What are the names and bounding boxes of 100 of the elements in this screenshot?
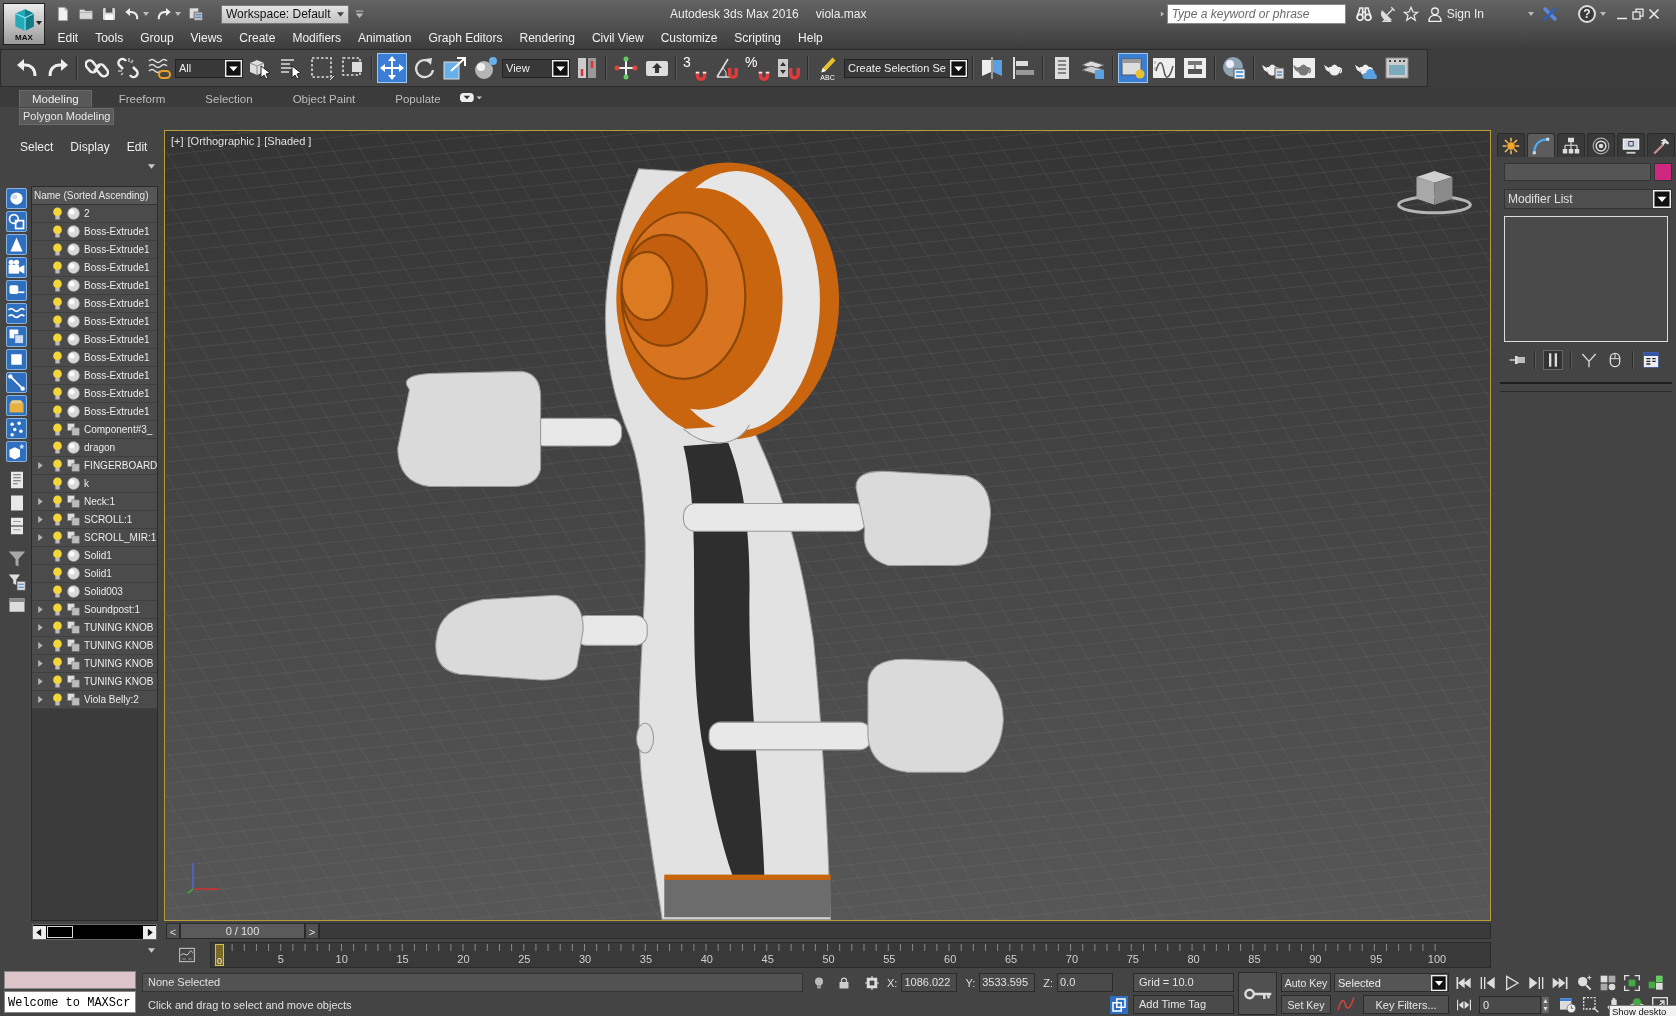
caret-icon[interactable]	[143, 11, 149, 17]
modifier-list-dropdown[interactable]: Modifier List	[1504, 189, 1672, 209]
panel-tab[interactable]	[1527, 133, 1555, 157]
tree-row[interactable]: SCROLL_MIR:1	[32, 529, 157, 547]
coordinate-field[interactable]: 1086.022	[901, 973, 958, 992]
particles-filter-icon[interactable]	[6, 418, 27, 439]
menu-item[interactable]: Help	[789, 29, 832, 47]
new-document-icon[interactable]	[55, 6, 71, 22]
tree-row[interactable]: Boss-Extrude1	[32, 295, 157, 313]
menu-item[interactable]: Graph Editors	[419, 29, 511, 47]
add-time-tag-button[interactable]: Add Time Tag	[1133, 995, 1234, 1014]
expand-triangle-icon[interactable]	[37, 676, 44, 686]
explorer-menu-item[interactable]: Display	[70, 139, 110, 154]
restore-icon[interactable]	[1632, 8, 1644, 20]
skip-end-icon[interactable]	[1552, 974, 1568, 991]
four-way-arrows-icon[interactable]	[377, 53, 407, 83]
align-bars-icon[interactable]	[1011, 56, 1036, 80]
light-bulb-icon[interactable]	[51, 296, 64, 311]
grid-window-icon[interactable]	[1642, 351, 1660, 369]
step-forward-icon[interactable]	[1528, 974, 1544, 991]
zoom-all-icon[interactable]	[1600, 974, 1616, 991]
menu-item[interactable]: Customize	[652, 29, 726, 47]
light-bulb-icon[interactable]	[51, 440, 64, 455]
panel-window-icon[interactable]	[7, 595, 26, 615]
previous-frame-button[interactable]: <	[166, 923, 180, 939]
schematic-icon[interactable]	[1183, 56, 1208, 80]
search-field[interactable]: Type a keyword or phrase	[1166, 4, 1346, 24]
binoculars-icon[interactable]	[1355, 6, 1372, 22]
key-filters-button[interactable]: Key Filters...	[1363, 995, 1449, 1014]
light-bulb-icon[interactable]	[51, 602, 64, 617]
ribbon-panel-tab[interactable]: Polygon Modeling	[19, 108, 115, 125]
coordinate-field[interactable]: 3533.595	[979, 973, 1036, 992]
light-bulb-icon[interactable]	[51, 476, 64, 491]
frame-field[interactable]: 0	[1479, 995, 1541, 1014]
tree-row[interactable]: Boss-Extrude1	[32, 403, 157, 421]
tape-filter-icon[interactable]	[6, 280, 27, 301]
tree-row[interactable]: k	[32, 475, 157, 493]
stacked-squares-icon[interactable]	[1110, 995, 1128, 1014]
explorer-menu-item[interactable]: Select	[20, 139, 54, 154]
tree-row[interactable]: TUNING KNOB	[32, 619, 157, 637]
sphere-arrow-icon[interactable]	[473, 56, 498, 80]
light-bulb-icon[interactable]	[51, 494, 64, 509]
wave-chain-icon[interactable]	[146, 56, 171, 80]
tree-row[interactable]: Boss-Extrude1	[32, 331, 157, 349]
viewport[interactable]: [+] [Orthographic ] [Shaded ]	[164, 130, 1491, 921]
caret-icon[interactable]	[148, 163, 155, 170]
scroll-right-icon[interactable]	[143, 925, 156, 939]
light-bulb-icon[interactable]	[51, 206, 64, 221]
light-bulb-icon[interactable]	[51, 332, 64, 347]
light-bulb-icon[interactable]	[51, 512, 64, 527]
funnel-list-icon[interactable]	[7, 572, 26, 592]
ribbon-tab[interactable]: Selection	[192, 90, 266, 107]
tree-row[interactable]: Component#3_	[32, 421, 157, 439]
light-bulb-icon[interactable]	[51, 656, 64, 671]
zoom-extents-icon[interactable]	[1624, 974, 1640, 991]
time-slider-thumb[interactable]: 0 / 100	[180, 923, 305, 939]
expand-triangle-icon[interactable]	[37, 604, 44, 614]
panel-tab[interactable]	[1557, 133, 1585, 157]
funnel-icon[interactable]	[7, 549, 26, 569]
tree-row[interactable]: TUNING KNOB	[32, 655, 157, 673]
spinner-arrows-icon[interactable]	[1542, 996, 1549, 1013]
menu-item[interactable]: Group	[131, 29, 183, 47]
light-bulb-icon[interactable]	[51, 404, 64, 419]
light-bulb-icon[interactable]	[51, 530, 64, 545]
sphere-filter-icon[interactable]	[6, 188, 27, 209]
bone-chain-filter-icon[interactable]	[6, 372, 27, 393]
tree-row[interactable]: Boss-Extrude1	[32, 241, 157, 259]
light-bulb-icon[interactable]	[51, 314, 64, 329]
auto-key-button[interactable]: Auto Key	[1281, 973, 1331, 992]
dashed-zoom-icon[interactable]	[1583, 996, 1599, 1013]
light-bulb-icon[interactable]	[51, 242, 64, 257]
cone-filter-icon[interactable]	[6, 234, 27, 255]
expand-triangle-icon[interactable]	[37, 658, 44, 668]
expand-triangle-icon[interactable]	[37, 460, 44, 470]
expand-triangle-icon[interactable]	[37, 532, 44, 542]
snap-toggle-button[interactable]: %	[743, 53, 772, 83]
listener-output-field[interactable]: Welcome to MAXScr	[4, 991, 136, 1013]
tree-row[interactable]: Solid1	[32, 565, 157, 583]
view-cube[interactable]	[1397, 170, 1472, 215]
skip-start-icon[interactable]	[1456, 974, 1472, 991]
stacked-documents-icon[interactable]	[188, 6, 204, 22]
fork-icon[interactable]	[1580, 351, 1598, 369]
shading-mode-label[interactable]: [Shaded ]	[264, 135, 312, 147]
ribbon-tab[interactable]: Freeform	[105, 90, 179, 107]
light-bulb-icon[interactable]	[51, 350, 64, 365]
light-bulb-icon[interactable]	[51, 566, 64, 581]
workspace-dropdown[interactable]: Workspace: Default	[221, 4, 349, 24]
tree-row[interactable]: Solid1	[32, 547, 157, 565]
menu-item[interactable]: Civil View	[583, 29, 653, 47]
expand-triangle-icon[interactable]	[1159, 10, 1165, 18]
menu-item[interactable]: Animation	[349, 29, 420, 47]
target-square-icon[interactable]	[865, 975, 879, 990]
tree-row[interactable]: Boss-Extrude1	[32, 313, 157, 331]
panel-tab[interactable]	[1647, 133, 1675, 157]
tree-row[interactable]: Boss-Extrude1	[32, 349, 157, 367]
sign-in-button[interactable]: Sign In	[1426, 6, 1484, 22]
light-bulb-icon[interactable]	[51, 548, 64, 563]
set-keys-button[interactable]	[1238, 972, 1277, 1015]
ribbon-tab[interactable]: Modeling	[19, 90, 92, 107]
image-frame-icon[interactable]	[1385, 56, 1410, 80]
